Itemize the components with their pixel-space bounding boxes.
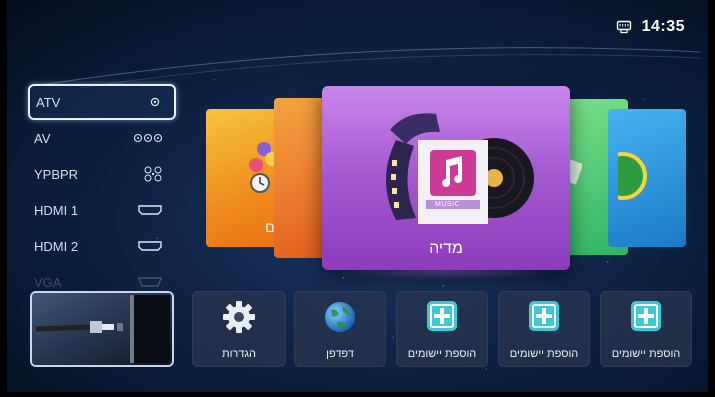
tile-label: דפדפן <box>326 348 354 360</box>
add-app-icon <box>529 301 559 331</box>
add-app-icon <box>631 301 661 331</box>
carousel-card-media[interactable]: MUSIC מדיה <box>322 86 570 270</box>
carousel-card-label: מדיה <box>429 240 463 257</box>
screen-bezel-right <box>708 0 715 397</box>
source-item-av[interactable]: AV <box>28 120 176 156</box>
rca-jacks-icon <box>134 133 162 143</box>
source-label: AV <box>34 130 51 146</box>
hdmi-cable-preview-image <box>32 293 172 365</box>
source-preview-tile[interactable] <box>30 291 174 367</box>
add-app-tile[interactable]: הוספת יישומים <box>396 291 488 367</box>
add-app-tile[interactable]: הוספת יישומים <box>600 291 692 367</box>
source-item-atv[interactable]: ATV <box>28 84 176 120</box>
browser-tile[interactable]: דפדפן <box>294 291 386 367</box>
tile-label: הגדרות <box>221 348 257 360</box>
source-label: YPBPR <box>34 166 79 182</box>
hdmi-port-icon <box>138 241 162 251</box>
screen-bezel-left <box>0 0 7 397</box>
music-badge: MUSIC <box>435 201 461 208</box>
vga-port-icon <box>138 277 162 287</box>
tile-label: הוספת יישומים <box>407 348 477 360</box>
tv-home-screen: 14:35 ATV AV YPBPR HDMI 1 HDMI 2 VGA ים … <box>0 0 715 397</box>
hdmi-port-icon <box>138 205 162 215</box>
source-label: HDMI 2 <box>34 238 79 254</box>
status-bar: 14:35 <box>616 18 685 36</box>
source-item-ypbpr[interactable]: YPBPR <box>28 156 176 192</box>
ethernet-icon <box>616 20 631 34</box>
globe-icon <box>618 152 647 200</box>
source-item-hdmi2[interactable]: HDMI 2 <box>28 228 176 264</box>
source-label: ATV <box>36 94 61 110</box>
media-film-music-icon <box>386 113 534 224</box>
tile-label: הוספת יישומים <box>509 348 579 360</box>
add-app-icon <box>427 301 457 331</box>
clock-time: 14:35 <box>641 18 685 35</box>
source-label: VGA <box>34 274 62 290</box>
gear-icon <box>223 301 255 333</box>
antenna-icon <box>150 97 160 107</box>
carousel-card-far-right[interactable] <box>608 109 686 247</box>
add-app-tile[interactable]: הוספת יישומים <box>498 291 590 367</box>
tile-label: הוספת יישומים <box>611 348 681 360</box>
screen-bezel-bottom <box>0 392 715 397</box>
horizon-arc-decoration <box>40 47 700 89</box>
globe-icon <box>325 302 355 332</box>
source-item-hdmi1[interactable]: HDMI 1 <box>28 192 176 228</box>
component-jacks-icon <box>144 166 162 182</box>
source-label: HDMI 1 <box>34 202 79 218</box>
settings-tile[interactable]: הגדרות <box>192 291 286 367</box>
input-source-list: ATV AV YPBPR HDMI 1 HDMI 2 VGA <box>28 84 176 300</box>
